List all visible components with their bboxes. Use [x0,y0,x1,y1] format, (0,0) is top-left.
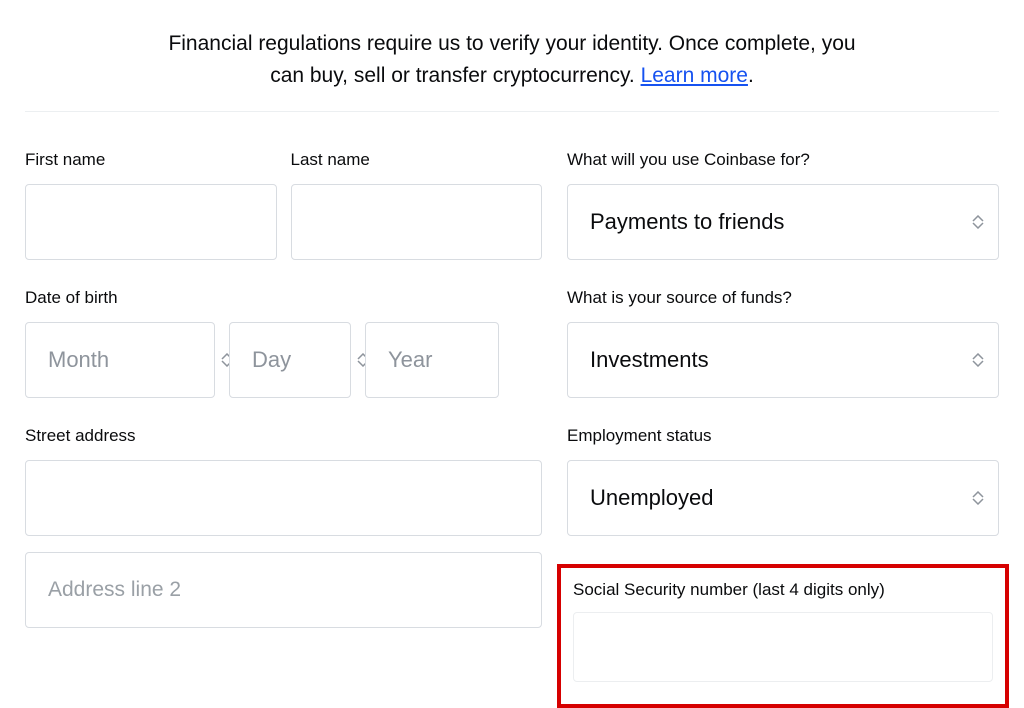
street-address-input[interactable] [25,460,542,536]
city-input[interactable] [25,644,270,668]
intro-line2: can buy, sell or transfer cryptocurrency… [270,64,640,87]
dob-year-select[interactable]: Year [365,322,499,398]
use-for-select[interactable]: Payments to friends [567,184,999,260]
dob-day-select[interactable]: Day [229,322,351,398]
intro-period: . [748,64,754,87]
dob-label: Date of birth [25,288,542,308]
ssn-input[interactable] [573,612,993,682]
funds-source-select[interactable]: Investments [567,322,999,398]
first-name-input[interactable] [25,184,277,260]
last-name-input[interactable] [291,184,543,260]
chevron-updown-icon [969,483,987,513]
intro-text: Financial regulations require us to veri… [25,0,999,111]
address-line-2-input[interactable] [25,552,542,628]
ssn-label: Social Security number (last 4 digits on… [573,580,993,600]
divider [25,111,999,112]
employment-status-select[interactable]: Unemployed [567,460,999,536]
employment-status-label: Employment status [567,426,999,446]
use-for-label: What will you use Coinbase for? [567,150,999,170]
state-input[interactable] [298,644,543,668]
dob-month-select[interactable]: Month [25,322,215,398]
last-name-label: Last name [291,150,543,170]
first-name-label: First name [25,150,277,170]
chevron-updown-icon [969,345,987,375]
learn-more-link[interactable]: Learn more [641,64,748,87]
street-address-label: Street address [25,426,542,446]
ssn-highlight-box: Social Security number (last 4 digits on… [557,564,1009,708]
chevron-updown-icon [969,207,987,237]
funds-source-label: What is your source of funds? [567,288,999,308]
intro-line1: Financial regulations require us to veri… [168,32,855,55]
